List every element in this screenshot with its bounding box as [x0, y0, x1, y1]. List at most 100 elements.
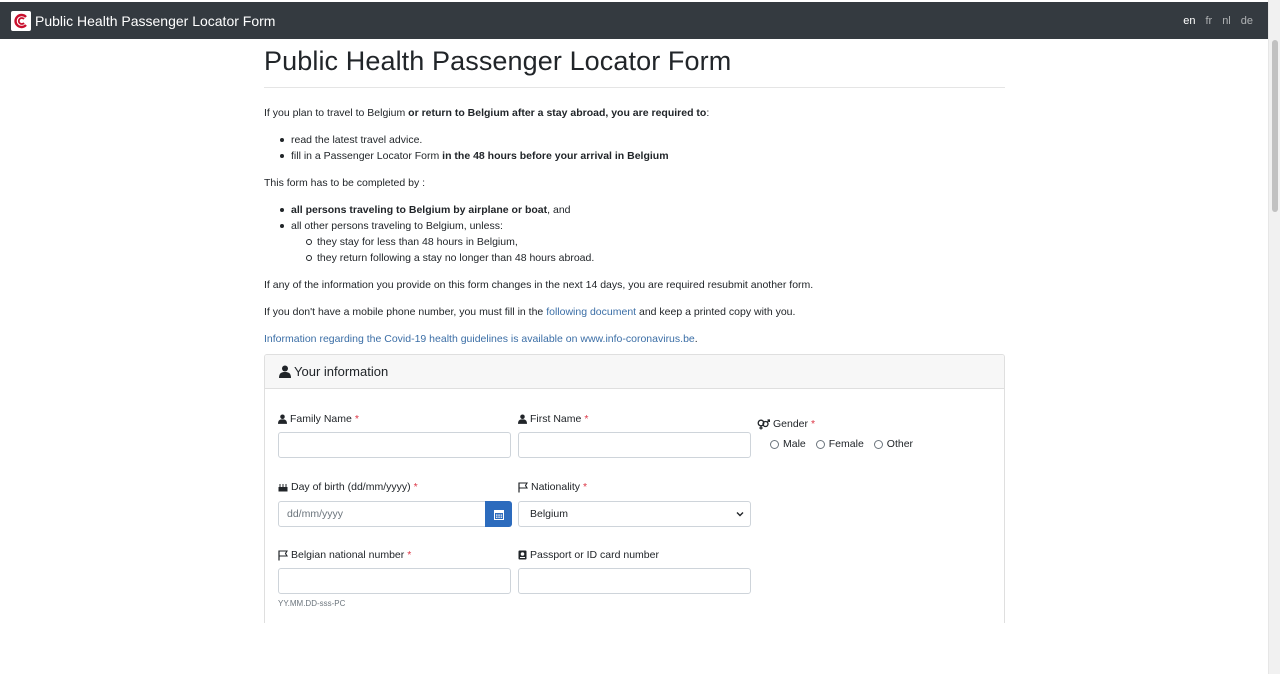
passport-label-row: Passport or ID card number	[518, 549, 659, 561]
gender-female-option[interactable]: Female	[815, 438, 864, 450]
intro-text: If you plan to travel to Belgium or retu…	[264, 105, 1005, 121]
lang-fr[interactable]: fr	[1205, 15, 1212, 27]
cb-airplane-bold: all persons traveling to Belgium by airp…	[291, 204, 548, 216]
gender-icon	[757, 418, 770, 429]
national-number-label: Belgian national number *	[278, 549, 411, 561]
list-item: fill in a Passenger Locator Form in the …	[264, 148, 1005, 164]
no-phone-b: and keep a printed copy with you.	[636, 306, 796, 318]
family-name-text: Family Name	[290, 413, 352, 425]
radio-female[interactable]	[815, 439, 825, 449]
required-mark: *	[811, 418, 816, 430]
exceptions-list: they stay for less than 48 hours in Belg…	[291, 234, 1005, 266]
first-name-text: First Name	[530, 413, 582, 425]
gender-other-option[interactable]: Other	[873, 438, 914, 450]
viewport-bottom	[0, 623, 1268, 674]
gender-female-label: Female	[828, 438, 864, 450]
calendar-button[interactable]	[485, 501, 512, 527]
user-icon	[279, 365, 291, 378]
intro-colon: :	[706, 107, 710, 119]
lang-en[interactable]: en	[1183, 15, 1195, 27]
gender-label: Gender *	[757, 418, 815, 430]
family-name-label-row: Family Name *	[278, 413, 359, 425]
gender-other-label: Other	[886, 438, 914, 450]
passport-input[interactable]	[518, 568, 751, 594]
calendar-icon	[493, 509, 504, 520]
brand[interactable]: Public Health Passenger Locator Form	[11, 10, 276, 31]
logo-icon	[11, 10, 31, 31]
completed-by-list: all persons traveling to Belgium by airp…	[264, 202, 1005, 266]
dob-input[interactable]: dd/mm/yyyy	[278, 501, 487, 527]
family-name-input[interactable]	[278, 432, 511, 458]
top-navbar: Public Health Passenger Locator Form en …	[0, 2, 1268, 39]
passport-label: Passport or ID card number	[518, 549, 659, 561]
req-fill-form-bold: in the 48 hours before your arrival in B…	[442, 150, 669, 162]
gender-male-option[interactable]: Male	[770, 438, 806, 450]
main-content: Public Health Passenger Locator Form If …	[264, 39, 1005, 347]
flag-icon	[518, 481, 528, 492]
req-fill-form: fill in a Passenger Locator Form	[291, 150, 443, 162]
following-document-link[interactable]: following document	[546, 306, 636, 318]
flag-icon	[278, 549, 288, 560]
completed-by-text: This form has to be completed by :	[264, 177, 426, 189]
list-item: all persons traveling to Belgium by airp…	[264, 202, 1005, 218]
language-switcher: en fr nl de	[1183, 2, 1253, 39]
national-number-input[interactable]	[278, 568, 511, 594]
required-mark: *	[583, 481, 588, 493]
birthday-cake-icon	[278, 484, 288, 492]
page-scrollbar[interactable]	[1268, 0, 1280, 674]
list-item: all other persons traveling to Belgium, …	[264, 218, 1005, 266]
first-name-label-row: First Name *	[518, 413, 588, 425]
national-number-text: Belgian national number	[291, 549, 405, 561]
required-mark: *	[413, 481, 418, 493]
covid-dot: .	[694, 333, 698, 345]
intro-bold: or return to Belgium after a stay abroad…	[408, 107, 707, 119]
scrollbar-thumb[interactable]	[1272, 40, 1278, 212]
exception-stay: they stay for less than 48 hours in Belg…	[317, 236, 518, 248]
nationality-value: Belgium	[530, 508, 568, 520]
dob-placeholder: dd/mm/yyyy	[287, 508, 344, 520]
gender-label-row: Gender *	[757, 418, 815, 430]
covid-info-text: Information regarding the Covid-19 healt…	[264, 331, 1005, 347]
required-mark: *	[354, 413, 359, 425]
covid-info-link[interactable]: Information regarding the Covid-19 healt…	[264, 333, 695, 345]
national-number-help: YY.MM.DD-sss-PC	[278, 599, 346, 608]
first-name-input[interactable]	[518, 432, 751, 458]
brand-title: Public Health Passenger Locator Form	[35, 12, 276, 29]
cb-other-persons: all other persons traveling to Belgium, …	[291, 220, 503, 232]
user-icon	[278, 414, 287, 424]
card-header: Your information	[265, 355, 1004, 389]
nationality-label: Nationality *	[518, 481, 587, 493]
gender-radio-group: Male Female Other	[770, 438, 913, 450]
gender-text: Gender	[773, 418, 809, 430]
exception-return: they return following a stay no longer t…	[317, 252, 595, 264]
intro-part: If you plan to travel to Belgium	[264, 107, 409, 119]
required-mark: *	[584, 413, 589, 425]
chevron-down-icon	[736, 512, 744, 517]
first-name-label: First Name *	[518, 413, 588, 425]
lang-de[interactable]: de	[1241, 15, 1253, 27]
dob-label: Day of birth (dd/mm/yyyy) *	[278, 481, 418, 493]
required-mark: *	[407, 549, 412, 561]
list-item: read the latest travel advice.	[264, 132, 1005, 148]
nationality-select[interactable]: Belgium	[518, 501, 751, 527]
nationality-text: Nationality	[531, 481, 581, 493]
passport-icon	[518, 550, 527, 560]
gender-male-label: Male	[783, 438, 806, 450]
nationality-label-row: Nationality *	[518, 481, 587, 493]
list-item: they return following a stay no longer t…	[291, 250, 1005, 266]
radio-male[interactable]	[770, 439, 779, 449]
radio-other[interactable]	[873, 439, 883, 449]
lang-nl[interactable]: nl	[1222, 15, 1231, 27]
dob-text: Day of birth (dd/mm/yyyy)	[291, 481, 411, 493]
card-title: Your information	[294, 364, 389, 379]
family-name-label: Family Name *	[278, 413, 359, 425]
requirements-list: read the latest travel advice. fill in a…	[264, 132, 1005, 164]
national-number-label-row: Belgian national number *	[278, 549, 411, 561]
req-read-advice: read the latest travel advice.	[291, 134, 423, 146]
user-icon	[518, 414, 527, 424]
list-item: they stay for less than 48 hours in Belg…	[291, 234, 1005, 250]
dob-label-row: Day of birth (dd/mm/yyyy) *	[278, 481, 418, 493]
no-phone-a: If you don't have a mobile phone number,…	[264, 306, 547, 318]
cb-airplane-tail: , and	[547, 204, 571, 216]
page-title: Public Health Passenger Locator Form	[264, 46, 1005, 88]
